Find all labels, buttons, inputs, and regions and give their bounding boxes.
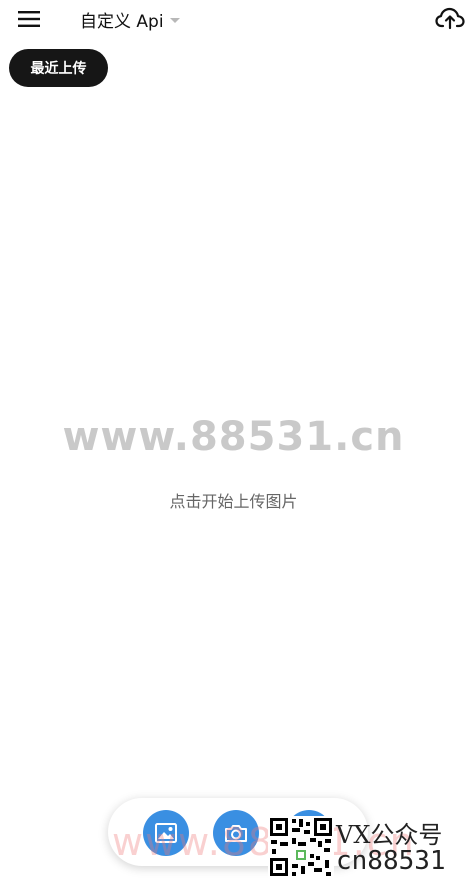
watermark-text: www.88531.cn [62,414,405,460]
menu-button[interactable] [14,6,44,32]
top-bar: 自定义 Api [0,0,467,40]
api-title: 自定义 Api [80,11,164,32]
wx-label: VX公众号 [336,821,443,849]
cloud-upload-icon [435,7,465,30]
recent-uploads-button[interactable]: 最近上传 [9,49,108,87]
wx-site: cn88531 [336,846,446,876]
caret-down-icon [169,17,180,23]
api-selector[interactable]: 自定义 Api [80,6,180,32]
qr-code-icon [268,816,334,878]
cloud-upload-button[interactable] [434,4,466,32]
empty-state-hint[interactable]: 点击开始上传图片 [0,488,467,512]
menu-icon [18,11,40,27]
